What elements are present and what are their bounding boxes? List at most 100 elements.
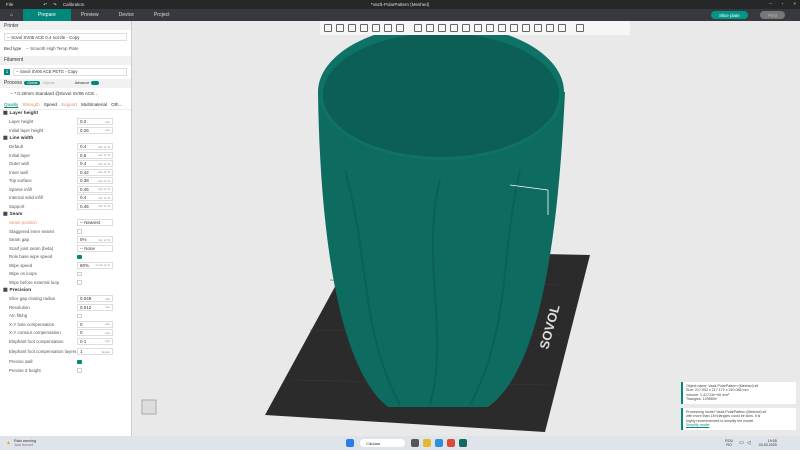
close-icon[interactable]: × [793,1,796,6]
split-parts-icon[interactable] [384,24,392,32]
setting-input[interactable]: -- None [77,244,113,252]
setting-unit: mm [105,305,110,310]
app-icon[interactable] [447,439,456,447]
browser-icon[interactable] [435,439,444,447]
subtab-speed[interactable]: Speed [44,102,57,109]
setting-checkbox[interactable] [77,280,82,285]
orient-icon[interactable] [348,24,356,32]
3d-viewport[interactable]: SOVOL [133,21,800,436]
task-view-icon[interactable] [411,439,420,447]
group-icon: ▦ [3,111,8,116]
setting-checkbox[interactable] [77,229,82,234]
scale-icon[interactable] [438,24,446,32]
home-icon[interactable]: ⌂ [0,9,23,21]
setting-input[interactable]: 0.4 mm or % [77,160,113,168]
volume-icon[interactable]: ◁ [747,440,751,446]
layers-icon[interactable] [396,24,404,32]
print-button[interactable]: Print [760,11,786,19]
filament-select[interactable]: -- Sovol SV06 ACE PETG - Copy [13,67,127,76]
setting-input[interactable]: 80% mm/s or % [77,261,113,269]
support-paint-icon[interactable] [486,24,494,32]
tab-preview[interactable]: Preview [71,9,109,21]
setting-input[interactable]: 0 mm [77,329,113,337]
subtab-others[interactable]: Oth... [111,102,122,109]
setting-input[interactable]: 0.5 mm or % [77,151,113,159]
setting-input[interactable]: 0.4 mm or % [77,143,113,151]
setting-checkbox[interactable] [77,313,82,318]
global-toggle[interactable]: Global [24,81,41,85]
setting-row: Elephant foot compensation 0.1 mm [0,337,131,346]
subtab-strength[interactable]: Strength [22,102,39,109]
tab-device[interactable]: Device [109,9,144,21]
objects-toggle[interactable]: Objects [42,81,54,85]
add-cube-icon[interactable] [324,24,332,32]
plate-icon[interactable] [576,24,584,32]
text-icon[interactable] [522,24,530,32]
simplify-model-link[interactable]: Simplify model [686,423,793,427]
subtab-multimaterial[interactable]: Multimaterial [81,102,107,109]
mesh-boolean-icon[interactable] [474,24,482,32]
emboss-icon[interactable] [534,24,542,32]
setting-value: 0.5 [80,152,87,158]
network-icon[interactable]: ▭ [739,440,744,446]
setting-input[interactable]: -- Nearest [77,219,113,227]
tab-project[interactable]: Project [144,9,180,21]
printer-select[interactable]: -- Sovol SV06 ACE 0.4 nozzle - Copy [4,33,127,41]
measure-icon[interactable] [546,24,554,32]
setting-row: Top surface 0.38 mm or % [0,177,131,186]
lay-on-face-icon[interactable] [450,24,458,32]
clock[interactable]: 19:05 03.03.2025 [759,439,777,447]
undo-icon[interactable]: ↶ [43,2,47,8]
setting-checkbox[interactable] [77,271,82,276]
setting-checkbox[interactable] [77,359,82,364]
split-objects-icon[interactable] [372,24,380,32]
subtab-support[interactable]: Support [61,102,77,109]
fuzzy-skin-icon[interactable] [510,24,518,32]
setting-row: Outer wall 0.4 mm or % [0,160,131,169]
process-preset-select[interactable]: -- * 0.20mm Standard @Sovol SV06 ACE... [4,91,127,99]
search-box[interactable]: Căutare [360,439,406,447]
setting-input[interactable]: 0.45 mm or % [77,185,113,193]
cut-icon[interactable] [462,24,470,32]
tab-prepare[interactable]: Prepare [23,9,71,21]
setting-input[interactable]: 0 mm [77,320,113,328]
setting-unit: mm [105,322,110,327]
setting-input[interactable]: 0.049 mm [77,295,113,303]
subtab-quality[interactable]: Quality [4,102,18,109]
setting-value: 0.45 [80,203,89,209]
setting-input[interactable]: 0.42 mm or % [77,168,113,176]
rotate-icon[interactable] [426,24,434,32]
setting-checkbox[interactable] [77,368,82,373]
arrange-icon[interactable] [360,24,368,32]
explorer-icon[interactable] [423,439,432,447]
grid-icon[interactable] [336,24,344,32]
maximize-icon[interactable]: ▫ [782,1,784,6]
minimize-icon[interactable]: – [769,1,772,6]
calibration-menu[interactable]: Calibration [63,2,85,7]
redo-icon[interactable]: ↷ [53,2,57,8]
setting-input[interactable]: 0.1 mm [77,337,113,345]
setting-label: Sparse infill [9,186,32,192]
slice-plate-button[interactable]: Slice plate [711,11,748,19]
language-indicator[interactable]: ROU RO [725,439,733,447]
setting-label: Wipe speed [9,262,33,268]
setting-input[interactable]: 0.2 mm [77,118,113,126]
setting-row: Scarf joint seam (beta) -- None [0,244,131,253]
setting-input[interactable]: 5% mm or % [77,236,113,244]
start-icon[interactable] [346,439,355,447]
advance-switch[interactable] [91,81,100,85]
setting-input[interactable]: 0.25 mm [77,126,113,134]
bed-type-select[interactable]: -- Smooth High Temp Plate [26,46,79,51]
orcaslicer-icon[interactable] [459,439,468,447]
setting-input[interactable]: 0.4 mm or % [77,194,113,202]
file-menu[interactable]: File [6,2,13,7]
setting-input[interactable]: 0.012 mm [77,303,113,311]
setting-checkbox[interactable] [77,254,82,259]
setting-input[interactable]: 0.45 mm or % [77,202,113,210]
setting-input[interactable]: 0.38 mm or % [77,177,113,185]
assembly-icon[interactable] [558,24,566,32]
setting-input[interactable]: 1 layers [77,348,113,355]
move-icon[interactable] [414,24,422,32]
seam-paint-icon[interactable] [498,24,506,32]
weather-widget[interactable]: Rain warning Just issued [14,439,36,447]
